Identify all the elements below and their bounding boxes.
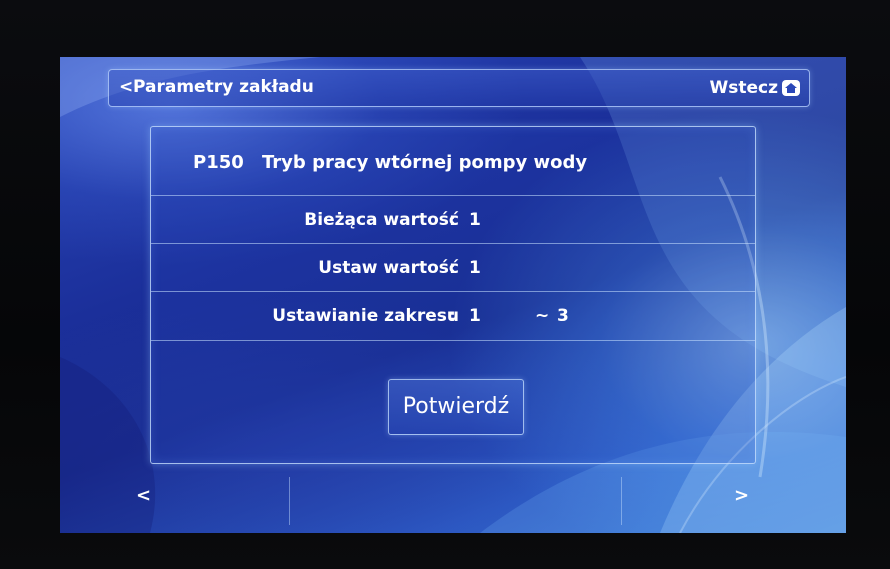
range-colon: : (449, 306, 456, 326)
range-min: 1 (469, 306, 481, 326)
range-separator: ~ (535, 306, 550, 326)
current-value-label: Bieżąca wartość (304, 210, 459, 230)
nav-divider-left (289, 477, 290, 525)
page-title: Parametry zakładu (133, 77, 314, 97)
set-value-colon: : (449, 258, 456, 278)
parameter-title-row: P150 Tryb pracy wtórnej pompy wody (151, 127, 755, 196)
next-page-chevron-icon[interactable]: > (734, 485, 749, 507)
header-bar: < Parametry zakładu Wstecz (108, 69, 810, 107)
range-row: Ustawianie zakresu : 1 ~ 3 (151, 292, 755, 341)
range-max: 3 (557, 306, 569, 326)
current-value: 1 (469, 210, 481, 230)
home-icon (782, 80, 800, 96)
parameter-panel: P150 Tryb pracy wtórnej pompy wody Bieżą… (150, 126, 756, 464)
breadcrumb-chevron-icon[interactable]: < (119, 76, 133, 98)
set-value-label: Ustaw wartość (318, 258, 459, 278)
set-value-input[interactable]: 1 (469, 256, 481, 280)
back-button[interactable]: Wstecz (710, 74, 802, 102)
back-button-label: Wstecz (709, 78, 779, 98)
range-label: Ustawianie zakresu (272, 306, 459, 326)
current-value-colon: : (449, 210, 456, 230)
previous-page-chevron-icon[interactable]: < (136, 485, 151, 507)
parameter-name: Tryb pracy wtórnej pompy wody (262, 152, 588, 173)
device-bezel: < Parametry zakładu Wstecz P150 Tryb pra… (0, 0, 890, 569)
parameter-code: P150 (193, 152, 244, 173)
confirm-button[interactable]: Potwierdź (388, 379, 524, 435)
set-value-row[interactable]: Ustaw wartość : 1 (151, 244, 755, 292)
current-value-row: Bieżąca wartość : 1 (151, 196, 755, 244)
touch-screen: < Parametry zakładu Wstecz P150 Tryb pra… (60, 57, 846, 533)
nav-divider-right (621, 477, 622, 525)
